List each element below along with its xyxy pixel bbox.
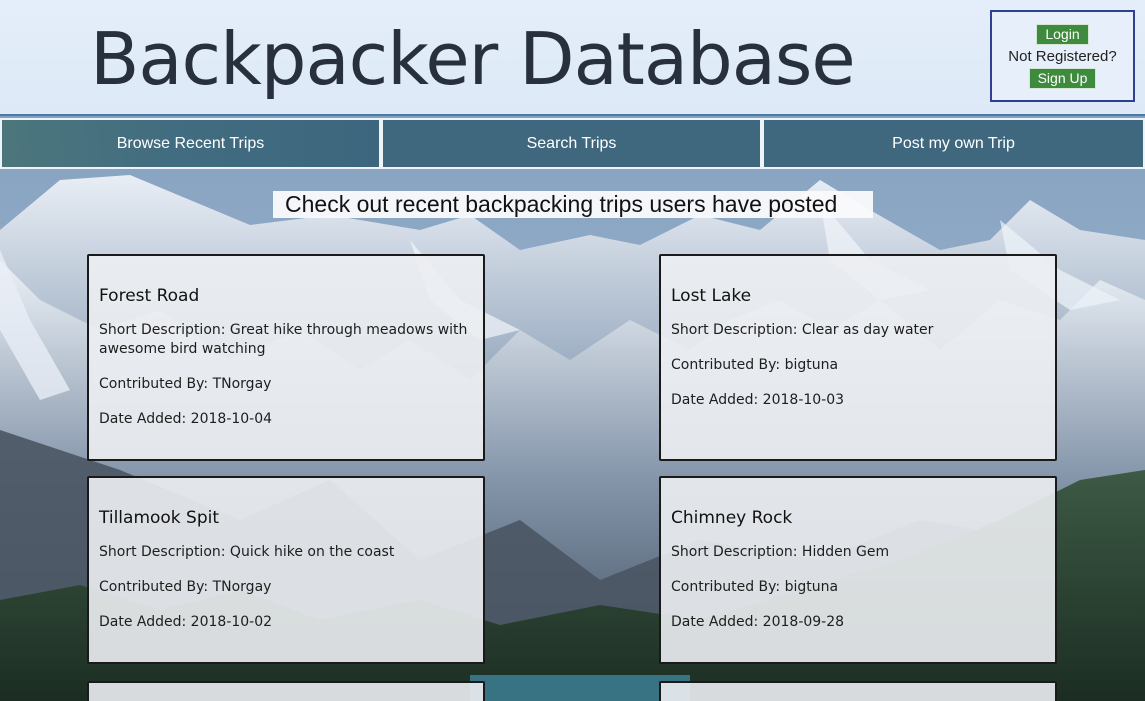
trip-description: Short Description: Hidden Gem [671, 544, 890, 560]
nav-browse-recent-trips[interactable]: Browse Recent Trips [0, 118, 381, 169]
trip-card-partial[interactable] [87, 681, 485, 701]
trip-card-partial[interactable] [659, 681, 1057, 701]
login-button[interactable]: Login [1036, 24, 1089, 45]
trip-description: Short Description: Quick hike on the coa… [99, 544, 395, 560]
trip-contributor: Contributed By: bigtuna [671, 579, 839, 595]
trip-title: Chimney Rock [671, 508, 793, 528]
trip-date: Date Added: 2018-10-03 [671, 392, 845, 408]
nav-post-trip[interactable]: Post my own Trip [762, 118, 1145, 169]
trip-title: Forest Road [99, 286, 200, 306]
trip-date: Date Added: 2018-10-02 [99, 614, 273, 630]
trip-contributor: Contributed By: TNorgay [99, 579, 272, 595]
site-title: Backpacker Database [90, 17, 856, 101]
trip-contributor: Contributed By: bigtuna [671, 357, 839, 373]
trip-title: Tillamook Spit [99, 508, 220, 528]
not-registered-text: Not Registered? [1008, 48, 1117, 65]
trip-card[interactable]: Lost Lake Short Description: Clear as da… [659, 254, 1057, 461]
trip-description: Short Description: Clear as day water [671, 322, 934, 338]
trip-date: Date Added: 2018-09-28 [671, 614, 845, 630]
auth-panel: Login Not Registered? Sign Up [990, 10, 1135, 102]
nav-search-trips[interactable]: Search Trips [381, 118, 762, 169]
site-header: Backpacker Database Login Not Registered… [0, 0, 1145, 116]
trip-date: Date Added: 2018-10-04 [99, 411, 273, 427]
trip-card[interactable]: Tillamook Spit Short Description: Quick … [87, 476, 485, 664]
trip-title: Lost Lake [671, 286, 752, 306]
signup-button[interactable]: Sign Up [1028, 68, 1097, 89]
main-nav: Browse Recent Trips Search Trips Post my… [0, 117, 1145, 170]
trip-description: Short Description: Great hike through me… [99, 322, 468, 357]
page-heading: Check out recent backpacking trips users… [273, 191, 873, 218]
trip-card[interactable]: Chimney Rock Short Description: Hidden G… [659, 476, 1057, 664]
trip-card[interactable]: Forest Road Short Description: Great hik… [87, 254, 485, 461]
trip-contributor: Contributed By: TNorgay [99, 376, 272, 392]
